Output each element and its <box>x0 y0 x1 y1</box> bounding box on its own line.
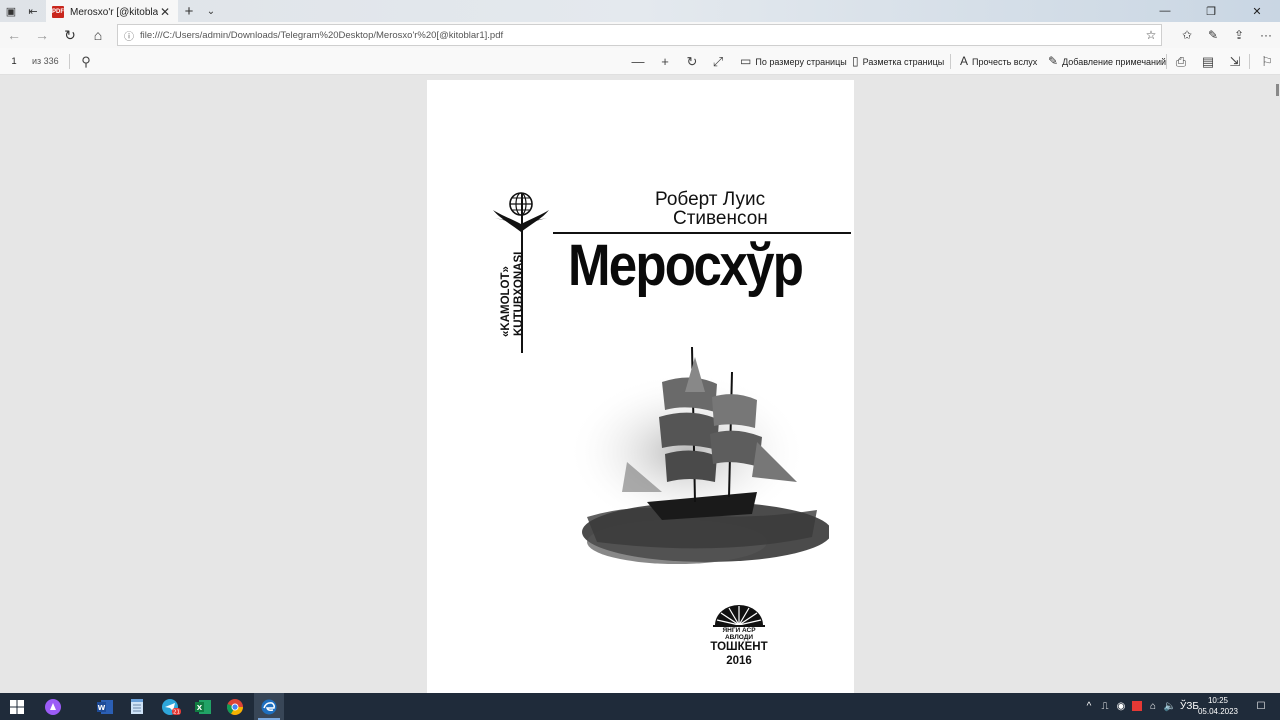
url-field[interactable]: ⓘ file:///C:/Users/admin/Downloads/Teleg… <box>117 24 1162 46</box>
divider <box>1249 54 1250 69</box>
publish-city: ТОШКЕНТ <box>710 641 768 653</box>
chrome-icon[interactable] <box>220 693 250 720</box>
tab-actions-icon[interactable]: ▣ <box>0 0 22 22</box>
excel-icon[interactable]: X <box>188 693 218 720</box>
publisher-sun-logo <box>713 605 765 627</box>
favorite-star-icon[interactable]: ☆ <box>1141 28 1161 42</box>
save-icon[interactable]: ▤ <box>1198 48 1218 75</box>
page-view-icon: ▯ <box>852 54 859 68</box>
svg-text:W: W <box>98 704 106 712</box>
fit-page-button[interactable]: ▭ По размеру страницы <box>740 48 847 75</box>
new-tab-button[interactable]: + <box>178 0 200 22</box>
clock-date: 05.04.2023 <box>1197 707 1239 716</box>
address-bar: ← → ↻ ⌂ ⓘ file:///C:/Users/admin/Downloa… <box>0 22 1280 48</box>
read-aloud-icon: A <box>960 54 969 68</box>
telegram-icon[interactable]: 21 <box>156 693 186 720</box>
fit-page-label: По размеру страницы <box>755 57 847 67</box>
pin-toolbar-icon[interactable]: ⚐ <box>1257 48 1277 75</box>
page-view-button[interactable]: ▯ Разметка страницы <box>852 48 944 75</box>
more-menu-icon[interactable]: ··· <box>1253 22 1279 48</box>
tab-title: Merosxo'r [@kitoblar1].pdf <box>70 6 158 18</box>
clock-time: 10:25 <box>1207 696 1229 705</box>
chevron-up-icon[interactable]: ^ <box>1082 693 1096 720</box>
divider <box>69 54 70 69</box>
close-tab-icon[interactable]: ✕ <box>158 5 172 19</box>
back-button[interactable]: ← <box>0 27 28 43</box>
series-name: «KAMOLOT» <box>500 266 512 337</box>
search-icon[interactable]: ⚲ <box>76 48 96 75</box>
taskbar: W 21 X ^ ⎍ ◉ ⌂ 🔈 ЎЗБ 10:25 05.04.2023 ☐ <box>0 693 1280 720</box>
page-view-label: Разметка страницы <box>862 57 945 67</box>
pdf-toolbar: 1 из 336 ⚲ — + ↻ ⤢ ▭ По размеру страницы … <box>0 48 1280 75</box>
add-notes-label: Добавление примечаний <box>1062 57 1167 67</box>
refresh-button[interactable]: ↻ <box>56 27 84 44</box>
book-title: Меросхўр <box>568 233 804 298</box>
tab-bar: ▣ ⇤ PDF Merosxo'r [@kitoblar1].pdf ✕ + ⌄… <box>0 0 1280 22</box>
series-subtitle: KUTUBXONASI <box>513 251 525 336</box>
home-button[interactable]: ⌂ <box>84 27 112 43</box>
author-last-name: Стивенсон <box>673 208 768 229</box>
windows-start-icon[interactable] <box>2 693 32 720</box>
pdf-icon: PDF <box>52 6 64 18</box>
alice-assistant-icon[interactable] <box>38 693 68 720</box>
publish-year: 2016 <box>726 655 752 667</box>
antivirus-icon[interactable] <box>1130 693 1144 720</box>
save-as-icon[interactable]: ⇲ <box>1225 48 1245 75</box>
kamolot-logo <box>493 192 549 232</box>
onedrive-icon[interactable]: ◉ <box>1114 693 1128 720</box>
forward-button[interactable]: → <box>28 27 56 43</box>
pen-icon: ✎ <box>1048 54 1059 68</box>
add-notes-button[interactable]: ✎ Добавление примечаний <box>1048 48 1166 75</box>
close-window-button[interactable]: ✕ <box>1234 0 1280 22</box>
minimize-button[interactable]: — <box>1142 0 1188 22</box>
fit-page-icon: ▭ <box>740 54 752 68</box>
word-icon[interactable]: W <box>90 693 120 720</box>
edge-icon[interactable] <box>254 693 284 720</box>
svg-text:X: X <box>197 704 203 712</box>
divider <box>1166 54 1167 69</box>
share-icon[interactable]: ⇪ <box>1226 22 1252 48</box>
network-icon[interactable]: ⌂ <box>1146 693 1160 720</box>
window-controls: — ❐ ✕ <box>1142 0 1280 22</box>
tab-pdf[interactable]: PDF Merosxo'r [@kitoblar1].pdf ✕ <box>46 0 178 22</box>
pdf-viewer[interactable]: Роберт Луис Стивенсон Меросхўр «KAMOLOT»… <box>0 75 1280 693</box>
notepad-icon[interactable] <box>122 693 152 720</box>
fullscreen-icon[interactable]: ⤢ <box>708 48 728 75</box>
url-text: file:///C:/Users/admin/Downloads/Telegra… <box>140 29 504 41</box>
rotate-icon[interactable]: ↻ <box>682 48 702 75</box>
set-aside-tabs-icon[interactable]: ⇤ <box>22 0 44 22</box>
notes-pen-icon[interactable]: ✎ <box>1200 22 1226 48</box>
chevron-down-icon[interactable]: ⌄ <box>200 0 222 22</box>
favorites-icon[interactable]: ✩ <box>1174 22 1200 48</box>
clock[interactable]: 10:25 05.04.2023 <box>1196 695 1240 717</box>
pdf-page: Роберт Луис Стивенсон Меросхўр «KAMOLOT»… <box>427 80 854 693</box>
page-number-input[interactable]: 1 <box>4 52 24 71</box>
telegram-badge: 21 <box>173 709 180 715</box>
zoom-in-icon[interactable]: + <box>655 48 675 75</box>
scrollbar-thumb[interactable] <box>1276 84 1279 96</box>
sailing-ship-illustration <box>567 346 829 564</box>
restore-button[interactable]: ❐ <box>1188 0 1234 22</box>
language-indicator[interactable]: ЎЗБ <box>1180 693 1199 720</box>
publisher-name: ЯНГИ АСР АВЛОДИ <box>722 627 756 641</box>
divider <box>950 54 951 69</box>
read-aloud-button[interactable]: A Прочесть вслух <box>960 48 1037 75</box>
notifications-icon[interactable]: ☐ <box>1246 693 1276 720</box>
zoom-out-icon[interactable]: — <box>628 48 648 75</box>
page-count: из 336 <box>32 56 59 66</box>
print-icon[interactable]: ⎙ <box>1171 48 1191 75</box>
volume-icon[interactable]: 🔈 <box>1162 693 1178 720</box>
read-aloud-label: Прочесть вслух <box>972 57 1038 67</box>
info-icon[interactable]: ⓘ <box>124 28 140 43</box>
usb-icon[interactable]: ⎍ <box>1098 693 1112 720</box>
